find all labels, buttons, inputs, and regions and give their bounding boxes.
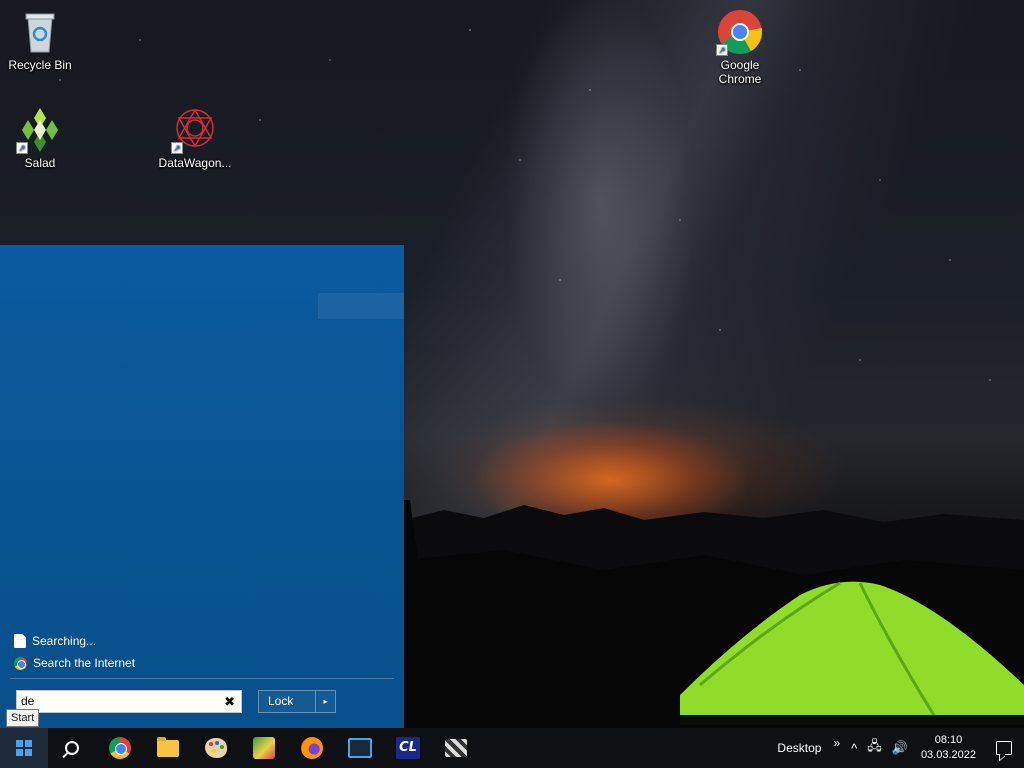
start-menu-separator	[10, 678, 394, 679]
desktop-icon-google-chrome[interactable]: ↗ Google Chrome	[700, 8, 780, 86]
taskbar: CL Desktop » ^ 🖧 🔊 08:10 03.03.2022	[0, 728, 1024, 768]
start-menu-highlight	[318, 293, 404, 319]
taskbar-search-button[interactable]	[48, 728, 96, 768]
desktop-icon-label: DataWagon...	[158, 156, 232, 170]
taskbar-paint[interactable]	[192, 728, 240, 768]
shortcut-arrow-icon: ↗	[171, 142, 183, 154]
search-result-internet[interactable]: Search the Internet	[14, 656, 135, 670]
taskbar-firefox[interactable]	[288, 728, 336, 768]
desktop-icon-recycle-bin[interactable]: Recycle Bin	[0, 8, 80, 72]
chrome-icon	[14, 656, 27, 670]
notification-icon	[996, 741, 1012, 755]
wallpaper-tent	[680, 581, 1024, 725]
toolbar-expand-chevron-icon[interactable]: »	[827, 736, 846, 750]
windows-logo-icon	[16, 740, 32, 756]
start-search-input[interactable]: de ✖	[16, 690, 242, 713]
paint-icon	[205, 738, 227, 758]
shortcut-arrow-icon: ↗	[716, 44, 728, 56]
taskbar-video-editor[interactable]	[336, 728, 384, 768]
desktop-icon-salad[interactable]: ↗ Salad	[0, 106, 80, 170]
taskbar-cl-app[interactable]: CL	[384, 728, 432, 768]
taskbar-maps[interactable]	[240, 728, 288, 768]
file-icon	[14, 634, 26, 648]
clock[interactable]: 08:10 03.03.2022	[913, 733, 984, 763]
lock-options-arrow-icon[interactable]: ▸	[316, 690, 336, 713]
file-explorer-icon	[157, 736, 179, 757]
clock-time: 08:10	[934, 734, 963, 746]
start-tooltip: Start	[6, 709, 40, 727]
desktop-toolbar-label[interactable]: Desktop	[771, 741, 827, 755]
video-editor-icon	[348, 738, 372, 758]
search-icon	[65, 741, 79, 755]
taskbar-file-explorer[interactable]	[144, 728, 192, 768]
desktop-icon-label: Google Chrome	[718, 58, 762, 86]
search-result-searching[interactable]: Searching...	[14, 634, 96, 648]
result-label: Searching...	[32, 634, 97, 648]
desktop-icon-datawagon[interactable]: ↗ DataWagon...	[155, 106, 235, 170]
taskbar-chrome[interactable]	[96, 728, 144, 768]
system-tray: Desktop » ^ 🖧 🔊 08:10 03.03.2022	[771, 728, 1024, 768]
maps-icon	[253, 737, 275, 759]
clock-date: 03.03.2022	[920, 749, 976, 761]
datawagon-icon: ↗	[171, 106, 219, 154]
action-center-button[interactable]	[984, 728, 1024, 768]
lock-button[interactable]: Lock	[258, 690, 316, 713]
taskbar-clapper-app[interactable]	[432, 728, 480, 768]
desktop-icon-label: Salad	[24, 156, 56, 170]
clapper-icon	[445, 739, 467, 757]
show-hidden-icons-arrow-icon[interactable]: ^	[846, 741, 862, 756]
desktop-icon-label: Recycle Bin	[8, 58, 72, 72]
shortcut-arrow-icon: ↗	[16, 142, 28, 154]
firefox-icon	[301, 737, 323, 759]
chrome-icon	[109, 737, 131, 759]
cl-icon: CL	[396, 737, 420, 759]
clear-search-icon[interactable]: ✖	[224, 691, 235, 712]
result-label: Search the Internet	[33, 656, 136, 670]
salad-icon: ↗	[16, 106, 64, 154]
search-input-value: de	[21, 694, 35, 708]
recycle-bin-icon	[16, 8, 64, 56]
chrome-icon: ↗	[716, 8, 764, 56]
network-icon[interactable]: 🖧	[862, 737, 887, 759]
volume-icon[interactable]: 🔊	[887, 740, 913, 756]
start-button[interactable]	[0, 728, 48, 768]
